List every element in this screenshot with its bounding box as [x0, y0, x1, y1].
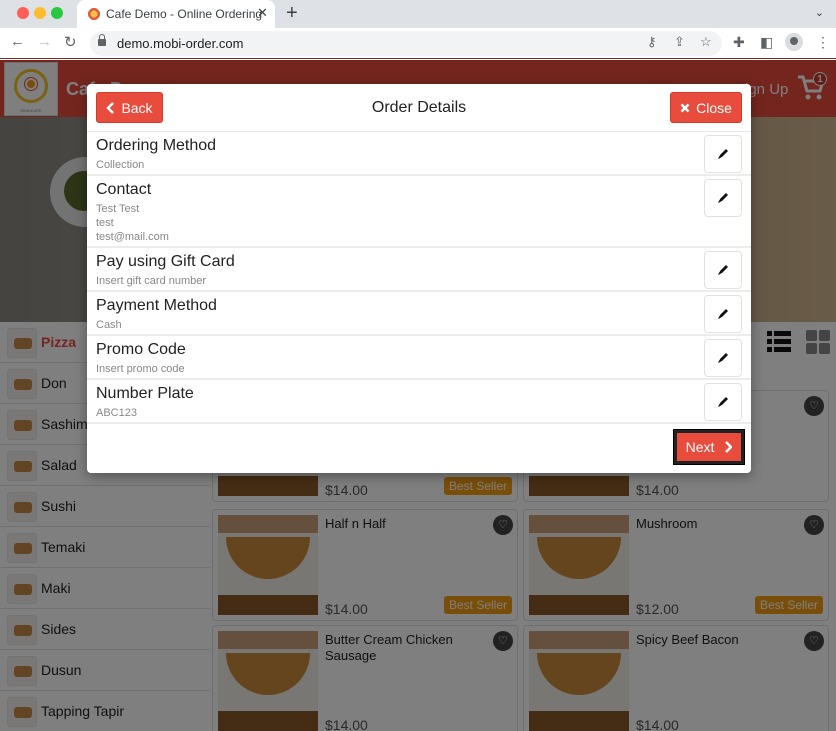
detail-row-contact: Contact Test Test test test@mail.com — [87, 176, 751, 248]
tab-search-chevron-icon[interactable]: ⌄ — [815, 6, 824, 19]
edit-contact-button[interactable] — [704, 179, 742, 217]
bookmark-star-icon[interactable]: ☆ — [700, 34, 712, 50]
close-button[interactable]: Close — [670, 92, 742, 123]
detail-title: Contact — [96, 181, 152, 198]
browser-tab-bar: Cafe Demo - Online Ordering ✕ + ⌄ — [0, 0, 836, 28]
detail-row-ordering-method: Ordering Method Collection — [87, 132, 751, 176]
browser-toolbar: ← → ↻ demo.mobi-order.com ⚷ ⇪ ☆ ✚ ◧ ⋮ — [0, 28, 836, 59]
side-panel-icon[interactable]: ◧ — [760, 34, 773, 51]
detail-row-number-plate: Number Plate ABC123 — [87, 380, 751, 424]
window-maximize-button[interactable] — [51, 7, 63, 19]
profile-avatar-icon[interactable] — [785, 33, 803, 51]
detail-title: Promo Code — [96, 341, 186, 358]
detail-title: Number Plate — [96, 385, 194, 402]
detail-title: Ordering Method — [96, 137, 217, 154]
edit-ordering-method-button[interactable] — [704, 135, 742, 173]
forward-arrow-icon[interactable]: → — [37, 33, 52, 50]
pencil-icon — [718, 149, 728, 159]
share-icon[interactable]: ⇪ — [674, 34, 685, 50]
edit-gift-card-button[interactable] — [704, 251, 742, 289]
address-bar[interactable]: demo.mobi-order.com ⚷ ⇪ ☆ — [90, 31, 722, 56]
detail-row-payment-method: Payment Method Cash — [87, 292, 751, 336]
back-arrow-icon[interactable]: ← — [10, 33, 25, 50]
edit-payment-method-button[interactable] — [704, 295, 742, 333]
browser-tab[interactable]: Cafe Demo - Online Ordering ✕ — [77, 0, 275, 28]
contact-phone: test — [96, 217, 114, 229]
lock-icon — [98, 34, 106, 46]
tab-close-icon[interactable]: ✕ — [257, 5, 268, 21]
key-icon[interactable]: ⚷ — [647, 34, 657, 50]
next-button[interactable]: Next — [673, 429, 745, 465]
pencil-icon — [718, 397, 728, 407]
pencil-icon — [718, 193, 728, 203]
detail-title: Pay using Gift Card — [96, 253, 235, 270]
extensions-puzzle-icon[interactable]: ✚ — [733, 34, 745, 51]
detail-value: Insert promo code — [96, 363, 185, 375]
detail-value: Collection — [96, 159, 145, 171]
detail-row-gift-card: Pay using Gift Card Insert gift card num… — [87, 248, 751, 292]
url-text: demo.mobi-order.com — [117, 36, 244, 51]
order-details-modal: Back Order Details Close Ordering Method… — [87, 84, 751, 473]
detail-value: Cash — [96, 319, 122, 331]
page: MOBICAFE Cafe Demo Sign Up 1 Pizza Don S… — [0, 60, 836, 731]
chevron-right-icon — [725, 441, 733, 453]
detail-title: Payment Method — [96, 297, 217, 314]
pencil-icon — [718, 353, 728, 363]
browser-menu-icon[interactable]: ⋮ — [816, 34, 830, 51]
modal-title: Order Details — [371, 99, 467, 116]
pencil-icon — [718, 309, 728, 319]
detail-value: Insert gift card number — [96, 275, 207, 287]
edit-promo-code-button[interactable] — [704, 339, 742, 377]
detail-value: ABC123 — [96, 407, 137, 419]
pencil-icon — [718, 265, 728, 275]
window-close-button[interactable] — [17, 7, 29, 19]
modal-header: Back Order Details Close — [87, 84, 751, 132]
edit-number-plate-button[interactable] — [704, 383, 742, 421]
detail-row-promo-code: Promo Code Insert promo code — [87, 336, 751, 380]
new-tab-icon[interactable]: + — [286, 2, 298, 25]
next-label: Next — [685, 439, 715, 455]
contact-email: test@mail.com — [96, 231, 169, 243]
tab-title: Cafe Demo - Online Ordering — [106, 7, 263, 21]
contact-name: Test Test — [96, 203, 140, 215]
close-label: Close — [696, 99, 732, 116]
window-minimize-button[interactable] — [34, 7, 46, 19]
favicon-icon — [87, 7, 101, 21]
close-x-icon — [680, 103, 690, 112]
reload-icon[interactable]: ↻ — [64, 33, 77, 51]
